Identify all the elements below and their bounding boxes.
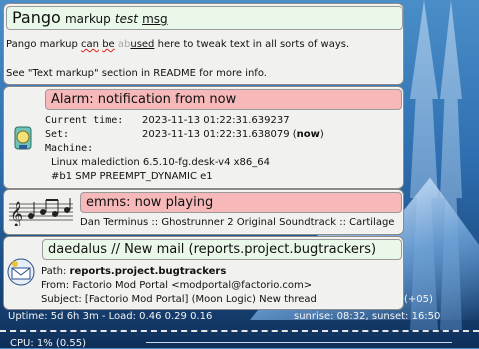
uptime-status: Uptime: 5d 6h 3m - Load: 0.46 0.29 0.16: [8, 311, 213, 322]
sun-status: sunrise: 08:32, sunset: 16:50: [294, 311, 441, 322]
title-markup: markup: [64, 12, 111, 26]
body-used: used: [130, 39, 155, 50]
machine-label: Machine:: [45, 143, 94, 154]
pango-body-line2: See "Text markup" section in README for …: [6, 68, 267, 79]
alarm-title: Alarm: notification from now: [45, 89, 402, 110]
title-msg: msg: [142, 12, 168, 26]
set-timestamp: 2023-11-13 01:22:31.638079 (: [142, 129, 297, 140]
set-value: 2023-11-13 01:22:31.638079 (now): [142, 129, 324, 140]
body-ab: ab: [117, 39, 131, 50]
pango-body-line1: Pango markup can be abused here to tweak…: [6, 39, 349, 50]
path-value: reports.project.bugtrackers: [69, 266, 227, 277]
mail-from: From: Factorio Mod Portal <modportal@fac…: [41, 280, 313, 291]
machine-line2: #b1 SMP PREEMPT_DYNAMIC e1: [51, 171, 213, 182]
notification-title: Pango markup test msg: [6, 6, 403, 30]
mail-subject: Subject: [Factorio Mod Portal] (Moon Log…: [41, 294, 317, 305]
machine-line1: Linux malediction 6.5.10-fg.desk-v4 x86_…: [51, 157, 271, 168]
notification-alarm[interactable]: Alarm: notification from now Current tim…: [3, 86, 404, 189]
dashed-separator: [0, 330, 479, 332]
title-test: test: [114, 12, 138, 26]
current-time-value: 2023-11-13 01:22:31.639237: [142, 115, 290, 126]
path-label: Path:: [41, 266, 70, 277]
mail-path: Path: reports.project.bugtrackers: [41, 266, 226, 277]
svg-text:𝄞: 𝄞: [10, 201, 23, 226]
body-can: can: [81, 39, 99, 50]
notification-emms[interactable]: 𝄞 emms: now playing Dan Terminus :: Ghos…: [3, 189, 404, 235]
emms-track: Dan Terminus :: Ghostrunner 2 Original S…: [80, 217, 395, 228]
title-pango: Pango: [12, 8, 61, 27]
mail-icon: [6, 257, 36, 287]
body-be: be: [102, 39, 115, 50]
music-notes-icon: 𝄞: [7, 196, 75, 227]
mail-title: daedalus // New mail (reports.project.bu…: [42, 239, 402, 260]
notification-pango[interactable]: Pango markup test msg Pango markup can b…: [3, 3, 404, 85]
set-close: ): [319, 129, 324, 140]
alarm-icon: [9, 123, 39, 153]
body-text: Pango markup: [6, 39, 82, 50]
side-count: (+05): [404, 294, 433, 305]
emms-title: emms: now playing: [80, 192, 402, 213]
set-now: now: [296, 129, 320, 140]
set-label: Set:: [45, 129, 70, 140]
body-suffix: here to tweak text in all sorts of ways.: [154, 39, 350, 50]
current-time-label: Current time:: [45, 115, 124, 126]
cpu-status: CPU: 1% (0.55): [10, 338, 86, 349]
notification-mail[interactable]: daedalus // New mail (reports.project.bu…: [3, 236, 404, 310]
